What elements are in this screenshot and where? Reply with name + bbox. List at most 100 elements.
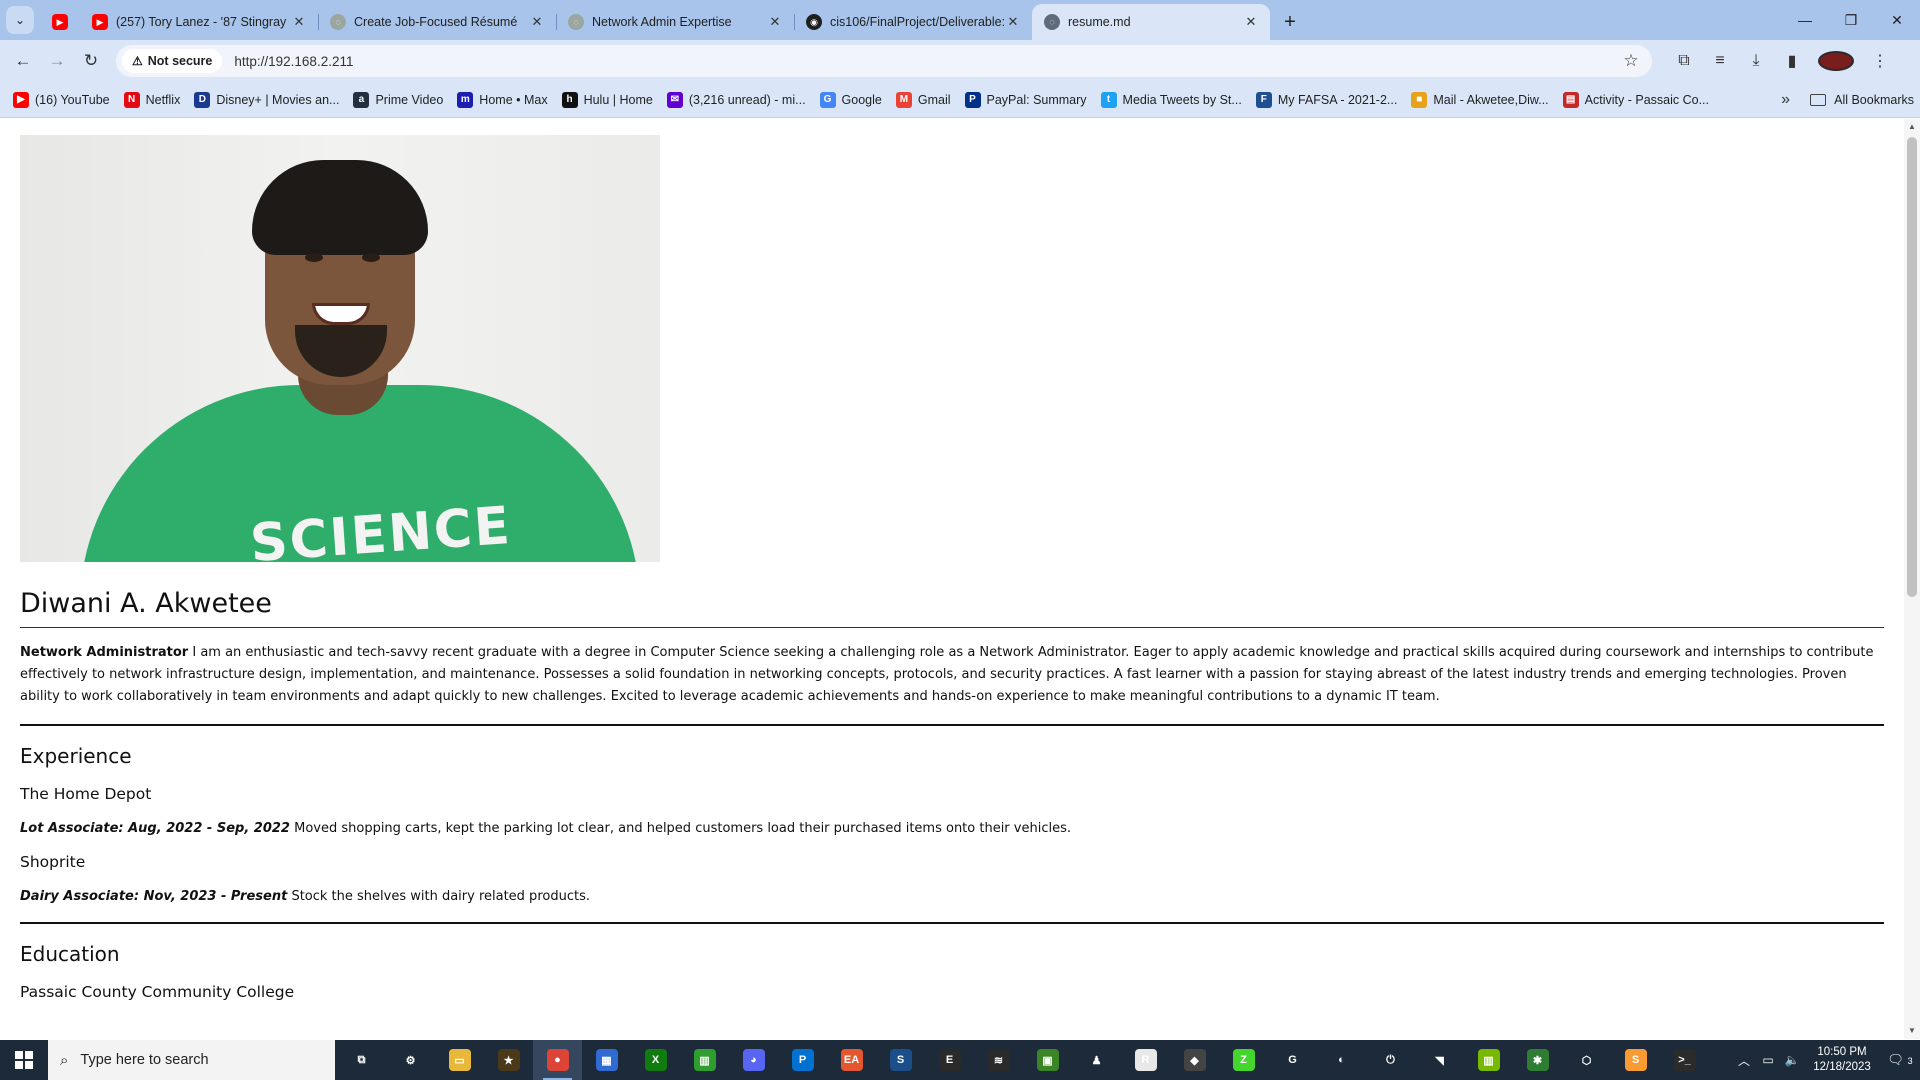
- taskbar-app[interactable]: ⚙: [386, 1040, 435, 1080]
- taskbar-app[interactable]: ⬡: [1562, 1040, 1611, 1080]
- bookmark-item[interactable]: m Home • Max: [450, 86, 554, 114]
- taskbar-app[interactable]: ⧉: [337, 1040, 386, 1080]
- bookmark-item[interactable]: ■ Mail - Akwetee,Diw...: [1404, 86, 1555, 114]
- address-bar[interactable]: ⚠ Not secure http://192.168.2.211 ☆: [116, 45, 1652, 77]
- notifications-button[interactable]: 🗨 3: [1880, 1052, 1920, 1068]
- taskbar-app[interactable]: ≋: [974, 1040, 1023, 1080]
- xbox-icon: X: [644, 1049, 667, 1071]
- taskbar-app[interactable]: E: [925, 1040, 974, 1080]
- taskbar-app[interactable]: S: [1611, 1040, 1660, 1080]
- page-scrollbar[interactable]: ▲ ▼: [1904, 119, 1920, 1039]
- scroll-down-arrow-icon[interactable]: ▼: [1904, 1023, 1920, 1039]
- tab-2[interactable]: ◌ Create Job-Focused Résumé ✕: [318, 4, 556, 40]
- all-bookmarks-button[interactable]: All Bookmarks: [1810, 93, 1914, 107]
- clock[interactable]: 10:50 PM 12/18/2023: [1804, 1045, 1880, 1075]
- taskbar-app[interactable]: ▭: [435, 1040, 484, 1080]
- bookmark-item[interactable]: M Gmail: [889, 86, 958, 114]
- tab-1[interactable]: ▶ (257) Tory Lanez - '87 Stingray (✕: [80, 4, 318, 40]
- close-tab-icon[interactable]: ✕: [528, 13, 546, 31]
- taskbar-app[interactable]: ▥: [680, 1040, 729, 1080]
- reload-button[interactable]: ↻: [74, 44, 108, 78]
- bookmark-item[interactable]: D Disney+ | Movies an...: [187, 86, 346, 114]
- taskbar-app[interactable]: ✱: [1513, 1040, 1562, 1080]
- minecraft-icon: ▣: [1036, 1049, 1059, 1071]
- extensions-icon[interactable]: ⧉: [1666, 52, 1702, 70]
- profile-avatar[interactable]: [1818, 51, 1854, 71]
- chevron-down-icon: ⌄: [14, 13, 26, 27]
- notification-icon: 🗨: [1887, 1052, 1904, 1067]
- security-label: Not secure: [147, 54, 213, 68]
- clock-date: 12/18/2023: [1813, 1061, 1871, 1073]
- taskbar-app[interactable]: ◆: [1170, 1040, 1219, 1080]
- restore-button[interactable]: ❐: [1828, 0, 1874, 40]
- security-chip[interactable]: ⚠ Not secure: [122, 49, 223, 73]
- taskbar-app[interactable]: Z: [1219, 1040, 1268, 1080]
- taskbar-app[interactable]: R: [1121, 1040, 1170, 1080]
- bookmark-item[interactable]: ▤ Activity - Passaic Co...: [1556, 86, 1716, 114]
- bookmark-star-icon[interactable]: ☆: [1616, 51, 1646, 71]
- taskbar-app[interactable]: ▣: [1023, 1040, 1072, 1080]
- tab-4[interactable]: ◉ cis106/FinalProject/Deliverable: ✕: [794, 4, 1032, 40]
- new-tab-button[interactable]: +: [1274, 6, 1306, 38]
- tab-5[interactable]: ◌ resume.md ✕: [1032, 4, 1270, 40]
- more-bookmarks-icon[interactable]: »: [1781, 91, 1790, 109]
- bookmark-item[interactable]: N Netflix: [117, 86, 188, 114]
- bookmark-label: Mail - Akwetee,Diw...: [1433, 92, 1549, 107]
- bookmark-item[interactable]: P PayPal: Summary: [958, 86, 1094, 114]
- taskbar-app[interactable]: ♟: [1072, 1040, 1121, 1080]
- forward-button[interactable]: →: [40, 44, 74, 78]
- taskbar-app[interactable]: X: [631, 1040, 680, 1080]
- tab-title: Create Job-Focused Résumé: [354, 15, 518, 29]
- close-tab-icon[interactable]: ✕: [1242, 13, 1260, 31]
- bookmark-item[interactable]: h Hulu | Home: [555, 86, 660, 114]
- downloads-icon[interactable]: ⤓: [1738, 52, 1774, 70]
- tab-title: (257) Tory Lanez - '87 Stingray (: [116, 15, 290, 29]
- bookmark-item[interactable]: G Google: [813, 86, 889, 114]
- tab-3[interactable]: ◌ Network Admin Expertise ✕: [556, 4, 794, 40]
- scroll-up-arrow-icon[interactable]: ▲: [1904, 119, 1920, 135]
- network-icon[interactable]: ▭: [1756, 1053, 1780, 1067]
- media-controls-icon[interactable]: ≡: [1702, 52, 1738, 70]
- taskbar-app[interactable]: EA: [827, 1040, 876, 1080]
- tab-search-button[interactable]: ⌄: [6, 6, 34, 34]
- taskbar-app[interactable]: ●: [533, 1040, 582, 1080]
- scrollbar-thumb[interactable]: [1907, 137, 1917, 597]
- taskbar-app[interactable]: ⏻: [1366, 1040, 1415, 1080]
- bookmark-label: Home • Max: [479, 92, 548, 107]
- gmail-icon: M: [895, 91, 912, 108]
- bookmark-item[interactable]: F My FAFSA - 2021-2...: [1249, 86, 1405, 114]
- taskbar-search[interactable]: ⌕ Type here to search: [48, 1040, 335, 1080]
- back-button[interactable]: ←: [6, 44, 40, 78]
- close-tab-icon[interactable]: ✕: [290, 13, 308, 31]
- volume-icon[interactable]: 🔈: [1780, 1053, 1804, 1067]
- taskbar-app[interactable]: ▦: [582, 1040, 631, 1080]
- taskbar-app[interactable]: ◐: [1317, 1040, 1366, 1080]
- taskbar-app[interactable]: ▥: [1464, 1040, 1513, 1080]
- taskbar-app[interactable]: G: [1268, 1040, 1317, 1080]
- close-window-button[interactable]: ✕: [1874, 0, 1920, 40]
- start-button[interactable]: [0, 1040, 48, 1080]
- side-panel-icon[interactable]: ▮: [1774, 51, 1810, 71]
- minimize-button[interactable]: —: [1782, 0, 1828, 40]
- taskbar-app[interactable]: S: [876, 1040, 925, 1080]
- fafsa-icon: F: [1255, 91, 1272, 108]
- tray-overflow-icon[interactable]: ︿: [1732, 1052, 1756, 1069]
- logitech-icon: G: [1281, 1049, 1304, 1071]
- bookmark-item[interactable]: a Prime Video: [346, 86, 450, 114]
- menu-icon[interactable]: ⋮: [1862, 51, 1898, 71]
- bookmark-item[interactable]: ▶ (16) YouTube: [6, 86, 117, 114]
- bookmark-item[interactable]: ✉ (3,216 unread) - mi...: [660, 86, 813, 114]
- taskbar-app[interactable]: P: [778, 1040, 827, 1080]
- close-tab-icon[interactable]: ✕: [766, 13, 784, 31]
- bookmark-item[interactable]: t Media Tweets by St...: [1094, 86, 1249, 114]
- close-tab-icon[interactable]: ✕: [1004, 13, 1022, 31]
- github-icon: ◉: [806, 14, 822, 30]
- taskbar-app[interactable]: ◕: [729, 1040, 778, 1080]
- taskbar-app[interactable]: ★: [484, 1040, 533, 1080]
- taskbar-app[interactable]: ◥: [1415, 1040, 1464, 1080]
- tab-strip: ⌄ ▶ ▶ (257) Tory Lanez - '87 Stingray (✕ ◌…: [0, 0, 1920, 40]
- resume-document: SCIENCE Diwani A. Akwetee Network Admini…: [0, 119, 1904, 1017]
- url-text[interactable]: http://192.168.2.211: [234, 54, 1616, 69]
- taskbar-app[interactable]: >_: [1660, 1040, 1709, 1080]
- tab-0[interactable]: ▶: [40, 4, 80, 40]
